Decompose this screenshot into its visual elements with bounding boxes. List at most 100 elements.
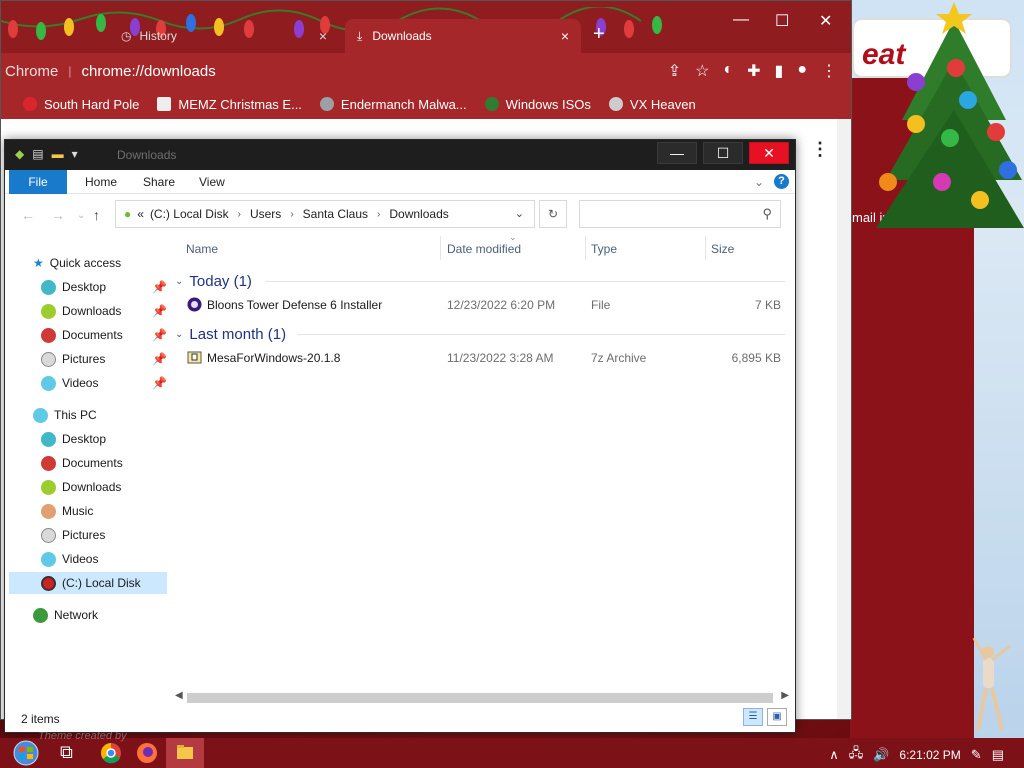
tab-history[interactable]: ◷ History × <box>109 19 339 53</box>
group-header-today[interactable]: ⌄ Today (1) <box>175 270 252 292</box>
start-button[interactable] <box>8 740 44 766</box>
scroll-right-icon[interactable]: ▶ <box>781 690 789 701</box>
pin-icon[interactable]: 📌 <box>152 304 167 318</box>
sidebar-item-network[interactable]: Network <box>9 604 167 626</box>
column-header-type[interactable]: Type <box>591 242 617 256</box>
search-input[interactable]: ⚲ <box>579 200 781 228</box>
pin-icon[interactable]: 📌 <box>152 280 167 294</box>
table-row[interactable]: MesaForWindows-20.1.8 11/23/2022 3:28 AM… <box>183 347 787 369</box>
bookmark-endermanch[interactable]: Endermanch Malwa... <box>319 97 467 112</box>
chrome-maximize-button[interactable]: ☐ <box>775 11 789 31</box>
explorer-close-button[interactable]: ✕ <box>749 142 789 164</box>
column-divider[interactable] <box>440 236 441 260</box>
properties-icon[interactable]: ▤ <box>32 147 43 161</box>
bookmark-windows-isos[interactable]: Windows ISOs <box>484 97 591 112</box>
help-icon[interactable]: ? <box>774 174 789 189</box>
sidebar-item-pc-documents[interactable]: Documents <box>9 452 167 474</box>
tab-downloads[interactable]: ⤓ Downloads × <box>345 19 581 53</box>
pin-icon[interactable]: 📌 <box>152 328 167 342</box>
sidebar-item-qa-pictures[interactable]: Pictures 📌 <box>9 348 167 370</box>
bookmark-vx-heaven[interactable]: VX Heaven <box>608 97 696 112</box>
explorer-maximize-button[interactable]: ☐ <box>703 142 743 164</box>
pen-icon[interactable]: ✎ <box>971 747 982 763</box>
clock[interactable]: 6:21:02 PM <box>899 748 960 762</box>
chrome-omnibox[interactable]: Chrome | chrome://downloads ⇪ ☆ ◐ ✚ ▮ ● … <box>1 53 851 89</box>
explorer-minimize-button[interactable]: — <box>657 142 697 164</box>
up-icon[interactable]: ↑ <box>93 207 100 223</box>
tab-share[interactable]: Share <box>129 170 189 194</box>
sidebar-item-qa-downloads[interactable]: Downloads 📌 <box>9 300 167 322</box>
explorer-app-icon[interactable]: ◆ <box>15 147 24 161</box>
sidebar-item-this-pc[interactable]: This PC <box>9 404 167 426</box>
scroll-left-icon[interactable]: ◀ <box>175 690 183 701</box>
sidebar-item-qa-documents[interactable]: Documents 📌 <box>9 324 167 346</box>
volume-icon[interactable]: 🔊 <box>873 747 889 763</box>
chrome-scrollbar[interactable] <box>837 119 851 719</box>
show-hidden-icons-icon[interactable]: ∧ <box>829 747 839 763</box>
breadcrumb-users[interactable]: Users <box>250 207 281 221</box>
breadcrumb-separator[interactable]: › <box>377 209 380 220</box>
share-icon[interactable]: ⇪ <box>668 61 681 81</box>
network-icon[interactable]: 🖧 <box>849 744 864 766</box>
sidebar-item-pc-downloads[interactable]: Downloads <box>9 476 167 498</box>
sidebar-item-pc-desktop[interactable]: Desktop <box>9 428 167 450</box>
omnibox-url[interactable]: chrome://downloads <box>81 63 215 80</box>
pin-icon[interactable]: 📌 <box>152 376 167 390</box>
chrome-close-button[interactable]: ✕ <box>819 11 832 31</box>
large-icons-view-icon[interactable]: ▣ <box>767 708 787 726</box>
tab-view[interactable]: View <box>185 170 239 194</box>
page-menu-icon[interactable]: ⋮ <box>811 139 829 160</box>
star-icon[interactable]: ☆ <box>695 61 709 81</box>
chevron-down-icon[interactable]: ▾ <box>72 147 78 161</box>
breadcrumb-local-disk[interactable]: (C:) Local Disk <box>150 207 229 221</box>
chrome-icon[interactable] <box>100 742 122 764</box>
table-row[interactable]: Bloons Tower Defense 6 Installer 12/23/2… <box>183 294 787 316</box>
back-icon[interactable]: ← <box>21 207 35 223</box>
firefox-icon[interactable] <box>136 742 158 764</box>
scrollbar-thumb[interactable] <box>187 693 773 703</box>
column-divider[interactable] <box>705 236 706 260</box>
details-view-icon[interactable]: ☰ <box>743 708 763 726</box>
address-dropdown-icon[interactable]: ⌄ <box>515 207 524 220</box>
address-overflow[interactable]: « <box>137 207 144 221</box>
profile-icon[interactable]: ◐ <box>723 61 733 81</box>
tab-file[interactable]: File <box>9 170 67 194</box>
new-folder-icon[interactable]: ▬ <box>52 147 64 161</box>
sidebar-item-pc-videos[interactable]: Videos <box>9 548 167 570</box>
collapse-icon[interactable]: ⌄ <box>175 329 183 340</box>
column-header-name[interactable]: Name <box>186 242 218 256</box>
column-header-size[interactable]: Size <box>711 242 734 256</box>
column-divider[interactable] <box>585 236 586 260</box>
chrome-minimize-button[interactable]: — <box>733 11 749 29</box>
tab-home[interactable]: Home <box>71 170 131 194</box>
column-header-date-modified[interactable]: Date modified <box>447 242 521 256</box>
file-explorer-taskbar-button[interactable] <box>166 738 204 768</box>
sidebar-item-qa-videos[interactable]: Videos 📌 <box>9 372 167 394</box>
collapse-icon[interactable]: ⌄ <box>175 276 183 287</box>
sidepanel-icon[interactable]: ▮ <box>775 61 784 81</box>
breadcrumb-separator[interactable]: › <box>290 209 293 220</box>
sidebar-item-pc-pictures[interactable]: Pictures <box>9 524 167 546</box>
notifications-icon[interactable]: ▤ <box>992 747 1004 763</box>
sidebar-item-quick-access[interactable]: ★ Quick access <box>33 252 191 274</box>
breadcrumb-separator[interactable]: › <box>238 209 241 220</box>
recent-locations-icon[interactable]: ⌄ <box>77 210 85 221</box>
bookmark-south-hard-pole[interactable]: South Hard Pole <box>23 97 139 112</box>
sidebar-item-pc-music[interactable]: Music <box>9 500 167 522</box>
account-icon[interactable]: ● <box>797 61 807 81</box>
tab-downloads-close-icon[interactable]: × <box>561 28 569 44</box>
menu-icon[interactable]: ⋮ <box>821 61 837 81</box>
extension-icon[interactable]: ✚ <box>747 61 760 81</box>
bookmark-memz[interactable]: MEMZ Christmas E... <box>157 97 302 112</box>
new-tab-button[interactable]: + <box>593 23 605 46</box>
sidebar-item-qa-desktop[interactable]: Desktop 📌 <box>9 276 167 298</box>
breadcrumb-downloads[interactable]: Downloads <box>389 207 448 221</box>
expand-ribbon-icon[interactable]: ⌄ <box>754 175 764 189</box>
sidebar-item-local-disk[interactable]: (C:) Local Disk <box>9 572 167 594</box>
breadcrumb-santa-claus[interactable]: Santa Claus <box>303 207 368 221</box>
forward-icon[interactable]: → <box>51 207 65 223</box>
address-bar[interactable]: ● « (C:) Local Disk › Users › Santa Clau… <box>115 200 535 228</box>
tab-history-close-icon[interactable]: × <box>319 28 327 44</box>
group-header-last-month[interactable]: ⌄ Last month (1) <box>175 323 286 345</box>
horizontal-scrollbar[interactable]: ◀ ▶ <box>173 690 791 706</box>
